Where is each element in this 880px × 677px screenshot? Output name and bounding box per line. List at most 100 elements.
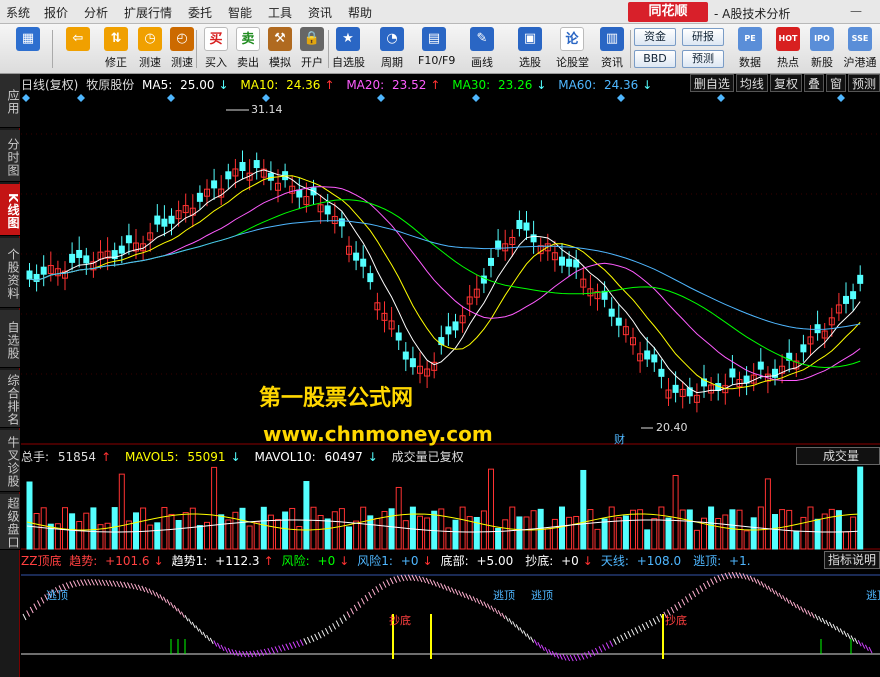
volume-bar: [608, 506, 615, 550]
menu-quote[interactable]: 报价: [44, 4, 68, 21]
event-diamond-icon: [717, 94, 725, 102]
event-diamond-icon: [262, 94, 270, 102]
indicator-stroke: [299, 639, 304, 646]
menu-smart[interactable]: 智能: [228, 4, 252, 21]
menu-extended-market[interactable]: 扩展行情: [124, 4, 172, 21]
forecast-button[interactable]: 预测: [847, 74, 880, 92]
candle-body: [601, 290, 608, 300]
kline-chart-svg[interactable]: 逃顶 逃顶 逃顶 逃顶抄底 抄底: [21, 74, 880, 677]
left-tab-3[interactable]: 个股资料: [0, 238, 20, 308]
volume-bar: [480, 510, 487, 550]
toolbar-right-button-label: 新股: [811, 56, 833, 69]
volume-bar: [679, 509, 686, 550]
indicator-stroke: [234, 649, 239, 657]
toolbar-button-4[interactable]: ◴ 测速: [166, 27, 198, 71]
indicator-stroke: [598, 646, 603, 653]
toolbar-box-0[interactable]: 资金: [634, 28, 676, 46]
volume-bar: [551, 518, 558, 550]
indicator-stroke: [180, 611, 185, 618]
forum-icon: 论: [560, 27, 584, 51]
volume-bar: [133, 512, 139, 550]
star-folder-icon: ★: [336, 27, 360, 51]
adjust-button[interactable]: 复权: [769, 74, 802, 92]
indicator-stroke: [314, 633, 319, 641]
indicator-stroke: [450, 587, 455, 594]
menu-system[interactable]: 系统: [6, 4, 30, 21]
candle-body: [409, 358, 416, 368]
volume-bar: [637, 509, 644, 550]
toolbar-button-9[interactable]: ★ 自选股: [332, 27, 365, 71]
volume-bar: [523, 516, 530, 550]
left-tab-1[interactable]: 分时图: [0, 130, 20, 182]
toolbar-box-2[interactable]: BBD: [634, 50, 676, 68]
left-tab-7[interactable]: 超级盘口: [0, 494, 20, 550]
indicator-help-button[interactable]: 指标说明: [823, 551, 880, 569]
window-button[interactable]: 窗: [825, 74, 846, 92]
toolbar-button-0[interactable]: ▦: [10, 27, 46, 71]
indicator-stroke: [760, 581, 765, 588]
menu-analysis[interactable]: 分析: [84, 4, 108, 21]
chart-area[interactable]: 逃顶 逃顶 逃顶 逃顶抄底 抄底 日线(复权) 牧原股份 MA5: 25.00↓ MA1…: [21, 74, 880, 677]
toolbar-button-6[interactable]: 卖卖出: [232, 27, 264, 71]
candle-body: [211, 180, 218, 189]
overlay-button[interactable]: 叠: [803, 74, 824, 92]
toolbar-button-5[interactable]: 买买入: [200, 27, 232, 71]
volume-bar: [594, 528, 601, 550]
toolbar-right-button-0[interactable]: PE 数据: [734, 27, 766, 71]
toolbar-button-1[interactable]: ⇦: [62, 27, 94, 71]
left-tab-0[interactable]: 应用: [0, 74, 20, 128]
indicator-stroke: [152, 590, 157, 597]
toolbar-button-15[interactable]: ▥ 资讯: [596, 27, 628, 71]
indicator-stroke: [756, 579, 761, 586]
menu-order[interactable]: 委托: [188, 4, 212, 21]
toolbar-right-button-3[interactable]: SSE 沪港通: [840, 27, 880, 71]
volume-adjusted-note: 成交量已复权: [391, 450, 464, 464]
toolbar-button-label: 自选股: [332, 56, 365, 69]
indicator-stroke: [296, 640, 301, 647]
indicator-stroke: [285, 643, 290, 650]
volume-bar: [275, 518, 281, 550]
menu-help[interactable]: 帮助: [348, 4, 372, 21]
toolbar-box-3[interactable]: 预测: [682, 50, 724, 68]
menu-tools[interactable]: 工具: [268, 4, 292, 21]
indicator-stroke: [465, 593, 470, 600]
escape-top-signal-label: 逃顶: [46, 589, 68, 602]
left-tab-6[interactable]: 牛叉诊股: [0, 430, 20, 492]
indicator-stroke: [339, 617, 344, 624]
toolbar-button-2[interactable]: ⇅ 修正: [100, 27, 132, 71]
left-tab-4[interactable]: 自选股: [0, 310, 20, 368]
indicator-stroke: [857, 640, 862, 647]
ma-settings-button[interactable]: 均线: [735, 74, 768, 92]
toolbar-button-3[interactable]: ◷ 测速: [134, 27, 166, 71]
indicator-name[interactable]: ZZ顶底: [21, 554, 61, 568]
volume-bar: [630, 509, 636, 550]
candle-body: [559, 256, 565, 266]
remove-watchlist-button[interactable]: 删自选: [689, 74, 734, 92]
finance-flag[interactable]: 财: [614, 431, 625, 447]
indicator-stroke: [807, 610, 812, 617]
period-label: 日线(复权): [21, 78, 79, 92]
candle-body: [324, 205, 331, 215]
toolbar-right-button-1[interactable]: HOT 热点: [772, 27, 804, 71]
minimize-button[interactable]: —: [850, 4, 862, 18]
toolbar-button-12[interactable]: ✎ 画线: [466, 27, 498, 71]
indicator-stroke: [562, 654, 567, 661]
indicator-stroke: [65, 582, 70, 589]
toolbar-box-1[interactable]: 研报: [682, 28, 724, 46]
toolbar-button-8[interactable]: 🔒 开户: [296, 27, 328, 71]
toolbar-button-14[interactable]: 论论股堂: [556, 27, 589, 71]
toolbar-button-label: 资讯: [601, 56, 623, 69]
menu-news[interactable]: 资讯: [308, 4, 332, 21]
toolbar-separator: [328, 30, 329, 68]
volume-bar: [686, 509, 693, 550]
toolbar-button-11[interactable]: ▤ F10/F9: [418, 27, 455, 71]
toolbar-button-7[interactable]: ⚒ 模拟: [264, 27, 296, 71]
mavol5-legend: MAVOL5: 55091 ↓: [124, 450, 241, 464]
indicator-stroke: [310, 635, 315, 642]
toolbar-button-10[interactable]: ◔ 周期: [376, 27, 408, 71]
toolbar-right-button-2[interactable]: IPO 新股: [806, 27, 838, 71]
left-tab-5[interactable]: 综合排名: [0, 370, 20, 428]
volume-indicator-select[interactable]: 成交量: [796, 447, 880, 465]
left-tab-2[interactable]: K线图: [0, 184, 20, 236]
toolbar-button-13[interactable]: ▣ 选股: [514, 27, 546, 71]
